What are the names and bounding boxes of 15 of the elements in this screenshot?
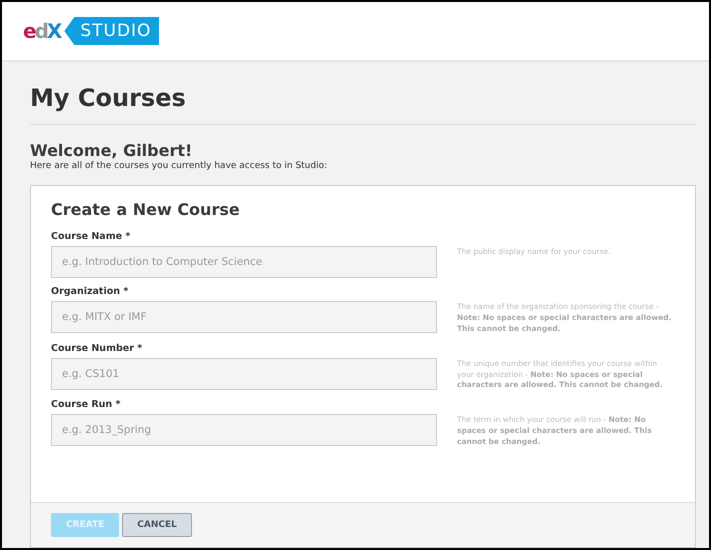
input-field[interactable]: e.g. Introduction to Computer Science: [51, 246, 437, 278]
edx-logo: edX: [23, 19, 60, 43]
input-field[interactable]: e.g. 2013_Spring: [51, 414, 437, 446]
page-title: My Courses: [30, 84, 187, 112]
field-label: Course Run *: [51, 399, 122, 410]
field-label: Organization *: [51, 286, 130, 297]
studio-tag: STUDIO: [64, 17, 160, 45]
cancel-button[interactable]: CANCEL: [122, 513, 192, 537]
input-field[interactable]: e.g. MITX or IMF: [51, 301, 437, 333]
field-label: Course Number *: [51, 342, 144, 354]
input-field[interactable]: e.g. CS101: [51, 358, 437, 390]
welcome-heading: Welcome, Gilbert!: [30, 141, 194, 160]
form-title: Create a New Course: [51, 200, 241, 219]
welcome-text: Here are all of the courses you currently have access to in Studio:: [30, 161, 328, 171]
field-label: Course Name *: [51, 231, 132, 242]
